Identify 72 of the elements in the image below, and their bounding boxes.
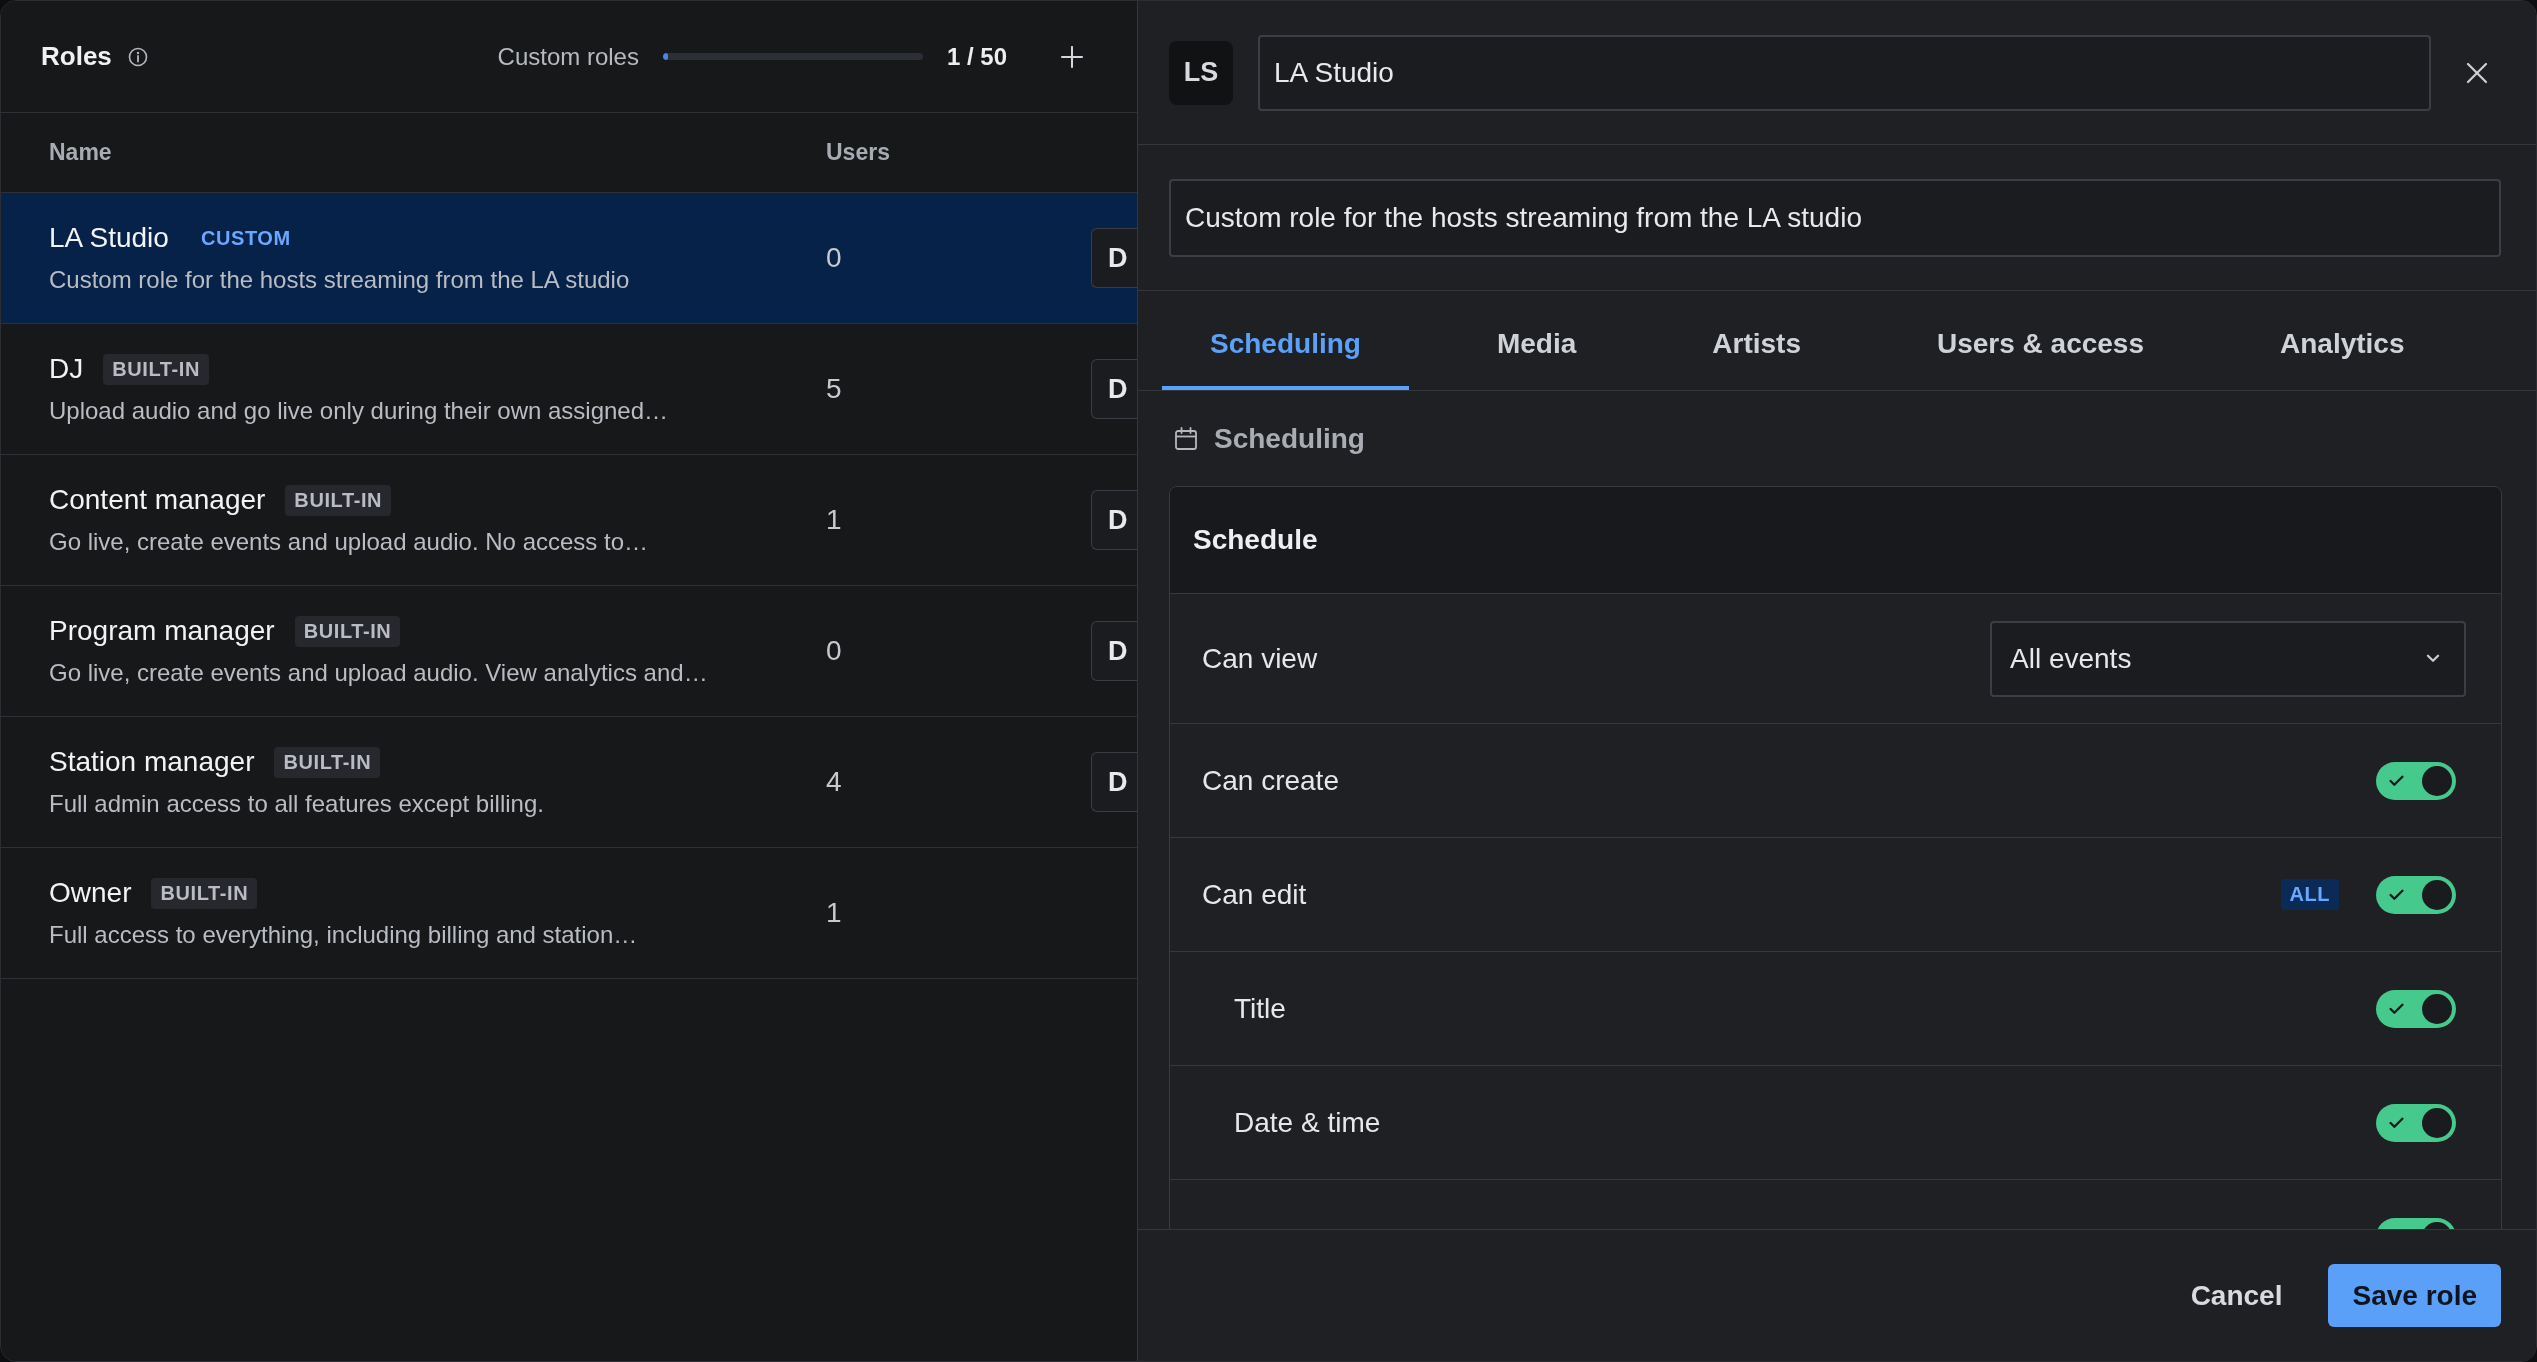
role-type-badge: BUILT-IN xyxy=(151,877,258,909)
column-header: Users xyxy=(826,139,890,166)
user-count: 1 xyxy=(826,504,842,536)
role-type-badge: BUILT-IN xyxy=(103,353,209,385)
role-name: Owner xyxy=(49,877,132,909)
role-row[interactable]: DJ BUILT-IN Upload audio and go live only during their own assigned… 5 D xyxy=(1,324,1137,455)
role-row[interactable]: Station manager BUILT-IN Full admin access to all features except billing. 4 D xyxy=(1,717,1137,848)
tab[interactable]: Media xyxy=(1448,291,1625,390)
user-count: 0 xyxy=(826,635,842,667)
toggle-switch[interactable] xyxy=(2376,761,2456,800)
tab[interactable]: Analytics xyxy=(2232,291,2453,390)
toggle-switch[interactable] xyxy=(2376,989,2456,1028)
row-action-button[interactable]: D xyxy=(1091,621,1137,681)
quota-count: 1 / 50 xyxy=(946,42,1007,71)
tab[interactable]: Users & access xyxy=(1888,291,2192,390)
role-type-badge: BUILT-IN xyxy=(274,746,381,778)
permission-label: Can view xyxy=(1202,642,1318,675)
role-description: Full admin access to all features except billing. xyxy=(49,790,544,818)
calendar-icon xyxy=(1174,426,1198,451)
section-title: Scheduling xyxy=(1214,422,1365,455)
user-count: 5 xyxy=(826,373,842,405)
plus-icon[interactable] xyxy=(1061,45,1083,68)
role-avatar: LS xyxy=(1169,40,1233,105)
role-description: Custom role for the hosts streaming from the LA studio xyxy=(49,266,630,294)
check-icon xyxy=(2389,1002,2404,1015)
quota-label: Custom roles xyxy=(497,42,639,71)
user-count: 0 xyxy=(826,242,842,274)
cancel-button[interactable]: Cancel xyxy=(2184,1269,2289,1322)
column-header: Name xyxy=(49,139,112,166)
toggle-switch[interactable] xyxy=(2376,875,2456,914)
info-icon[interactable] xyxy=(127,46,148,67)
description-field[interactable]: Custom role for the hosts streaming from the LA studio xyxy=(1169,178,2501,257)
check-icon xyxy=(2389,774,2404,787)
row-action-button[interactable]: D xyxy=(1091,228,1137,288)
role-name: DJ xyxy=(49,353,84,385)
check-icon xyxy=(2389,888,2404,901)
chevron-down-icon xyxy=(2426,654,2440,663)
role-description: Go live, create events and upload audio. View analytics and… xyxy=(49,659,708,687)
tab[interactable]: Scheduling xyxy=(1162,291,1409,390)
role-name: Content manager xyxy=(49,484,266,516)
permission-label: Can create xyxy=(1202,764,1339,797)
user-count: 4 xyxy=(826,766,842,798)
role-name: Station manager xyxy=(49,746,255,778)
save-button[interactable]: Save role xyxy=(2328,1264,2501,1327)
role-type-label: CUSTOM xyxy=(199,225,292,251)
card-title: Schedule xyxy=(1193,524,1318,556)
toggle-switch[interactable] xyxy=(2376,1103,2456,1142)
role-row[interactable]: Owner BUILT-IN Full access to everything, including billing and station… 1 xyxy=(1,848,1137,979)
permission-label: Date & time xyxy=(1234,1106,1381,1139)
user-count: 1 xyxy=(826,897,842,929)
role-type-badge: BUILT-IN xyxy=(285,484,392,516)
row-action-button[interactable]: D xyxy=(1091,359,1137,419)
row-action-button[interactable]: D xyxy=(1091,490,1137,550)
events-dropdown[interactable]: All events xyxy=(1990,620,2466,697)
role-description: Go live, create events and upload audio. No access to… xyxy=(49,528,648,556)
role-name: Program manager xyxy=(49,615,275,647)
permission-label: Title xyxy=(1234,992,1286,1025)
role-row[interactable]: Program manager BUILT-IN Go live, create events and upload audio. View analytics and… 0 D xyxy=(1,586,1137,717)
role-name: LA Studio xyxy=(49,222,169,254)
tab[interactable]: Artists xyxy=(1664,291,1849,390)
role-row[interactable]: Content manager BUILT-IN Go live, create events and upload audio. No access to… 1 D xyxy=(1,455,1137,586)
check-icon xyxy=(2389,1116,2404,1129)
role-type-badge: BUILT-IN xyxy=(294,615,401,647)
permission-label: Can edit xyxy=(1202,878,1307,911)
scope-badge: ALL xyxy=(2280,879,2339,910)
role-description: Full access to everything, including billing and station… xyxy=(49,921,638,949)
role-row[interactable]: LA Studio CUSTOM Custom role for the hosts streaming from the LA studio 0 D xyxy=(1,193,1137,324)
role-name-field[interactable]: LA Studio xyxy=(1258,34,2431,111)
close-icon[interactable] xyxy=(2466,61,2488,84)
panel-title: Roles xyxy=(41,41,112,72)
row-action-button[interactable]: D xyxy=(1091,752,1137,812)
role-description: Upload audio and go live only during their own assigned… xyxy=(49,397,669,425)
